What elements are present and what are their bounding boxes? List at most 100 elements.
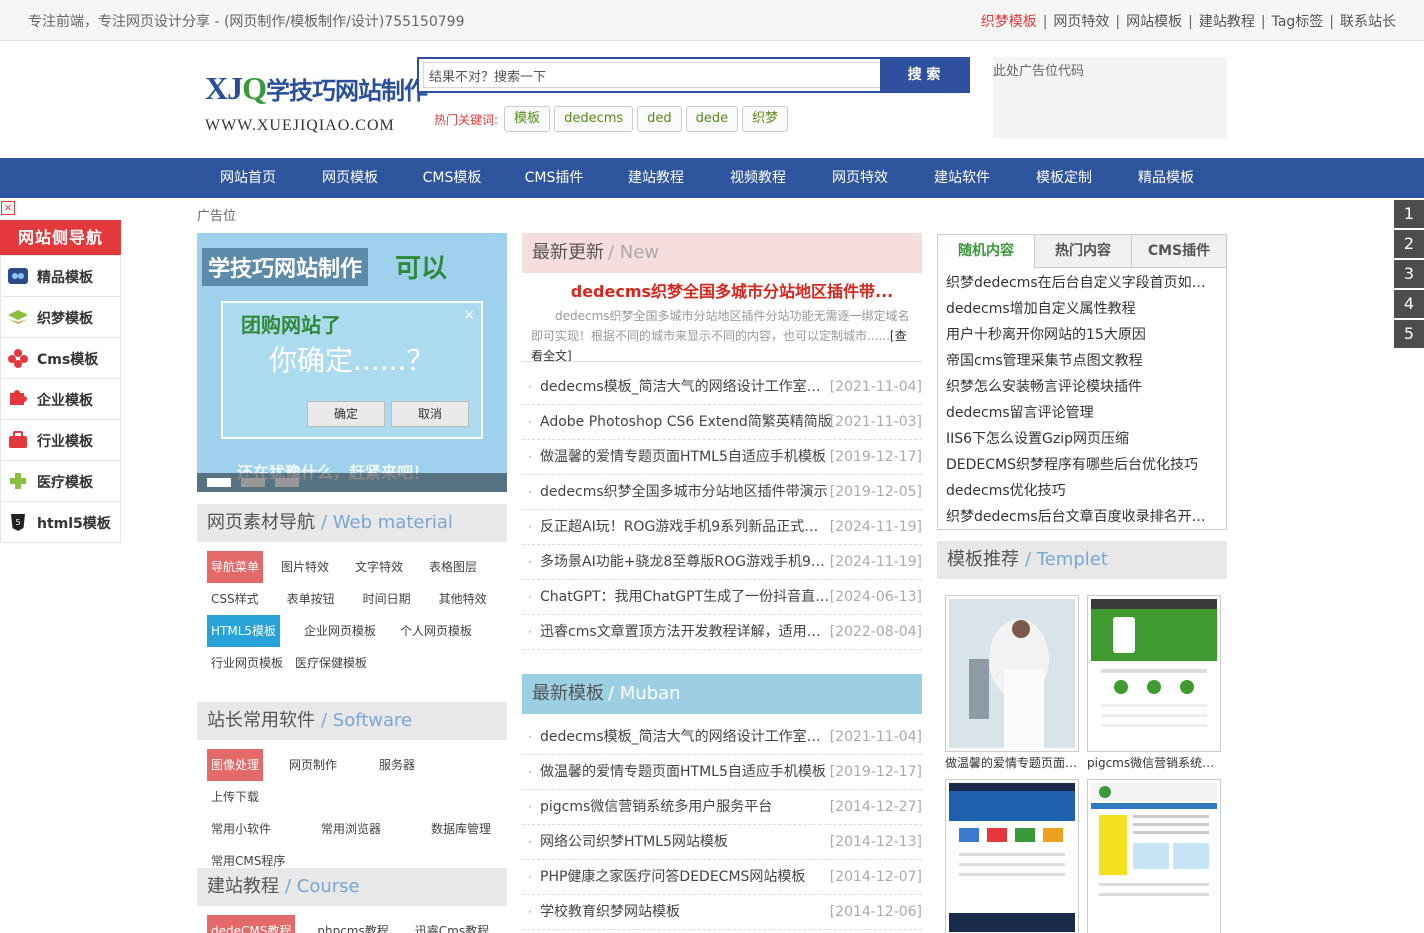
list-item-title[interactable]: ChatGPT：我用ChatGPT生成了一份抖音直播脚本: [540, 580, 832, 615]
material-link[interactable]: HTML5模板: [207, 615, 281, 647]
list-item-title[interactable]: PHP健康之家医疗问答DEDECMS网站模板: [540, 860, 832, 895]
list-item[interactable]: 帝国cms管理采集节点图文教程: [946, 348, 1218, 374]
top-link-tutorials[interactable]: 建站教程: [1199, 14, 1255, 30]
floor-button-5[interactable]: 5: [1394, 320, 1424, 348]
floor-button-2[interactable]: 2: [1394, 230, 1424, 258]
list-item-title[interactable]: 反正超AI玩！ROG游戏手机9系列新品正式发布: [540, 510, 832, 545]
list-item[interactable]: · 反正超AI玩！ROG游戏手机9系列新品正式发布 [2024-11-19]: [522, 510, 922, 545]
nav-item-custom[interactable]: 模板定制: [1013, 158, 1115, 198]
slide-dot[interactable]: [275, 478, 299, 487]
software-link[interactable]: 网页制作: [285, 749, 341, 781]
template-thumb[interactable]: pigcms微信营销系统多用户服务平台: [1087, 595, 1221, 774]
list-item-title[interactable]: 做温馨的爱情专题页面HTML5自适应手机模板: [540, 755, 832, 790]
top-link-contact[interactable]: 联系站长: [1340, 14, 1396, 30]
hot-keyword[interactable]: ded: [637, 106, 682, 132]
software-link[interactable]: 数据库管理: [427, 813, 495, 845]
list-item-title[interactable]: 网络公司织梦HTML5网站模板: [540, 825, 832, 860]
side-nav-item[interactable]: Cms模板: [1, 337, 120, 378]
tab-cms-plugins[interactable]: CMS插件: [1132, 235, 1226, 268]
slide-dot[interactable]: [241, 478, 265, 487]
software-link[interactable]: 上传下载: [207, 781, 263, 813]
banner-slideshow[interactable]: 学技巧网站制作 可以 团购网站了 × 你确定......？ 确定 取消 还在犹豫…: [197, 233, 507, 492]
side-nav-item[interactable]: 行业模板: [1, 419, 120, 460]
top-link-tags[interactable]: Tag标签: [1272, 14, 1324, 30]
course-link[interactable]: dedeCMS教程: [207, 915, 296, 933]
list-item[interactable]: dedecms优化技巧: [946, 478, 1218, 504]
slide-dot-active[interactable]: [207, 478, 231, 487]
course-link[interactable]: phpcms教程: [313, 915, 392, 933]
top-link-site-templates[interactable]: 网站模板: [1126, 14, 1182, 30]
material-link[interactable]: 表单按钮: [283, 583, 339, 615]
list-item[interactable]: DEDECMS织梦程序有哪些后台优化技巧: [946, 452, 1218, 478]
floor-button-1[interactable]: 1: [1394, 200, 1424, 228]
software-link[interactable]: 常用小软件: [207, 813, 275, 845]
list-item-title[interactable]: dedecms模板_简洁大气的网络设计工作室模板: [540, 370, 832, 405]
list-item[interactable]: · dedecms模板_简洁大气的网络设计工作室模板 [2021-11-04]: [522, 370, 922, 405]
material-link[interactable]: 图片特效: [277, 551, 333, 583]
list-item[interactable]: · pigcms微信营销系统多用户服务平台 [2014-12-27]: [522, 790, 922, 825]
template-thumb[interactable]: 做温馨的爱情专题页面HTML5自适应手机模板: [945, 595, 1079, 774]
material-link[interactable]: 其他特效: [435, 583, 491, 615]
floor-button-4[interactable]: 4: [1394, 290, 1424, 318]
search-button[interactable]: 搜 索: [880, 59, 968, 91]
list-item[interactable]: 织梦dedecms在后台自定义字段首页如何调用: [946, 270, 1218, 296]
nav-item-cms-plugins[interactable]: CMS插件: [503, 158, 605, 198]
material-link[interactable]: CSS样式: [207, 583, 263, 615]
hot-keyword[interactable]: 模板: [504, 106, 551, 132]
side-nav-item[interactable]: 企业模板: [1, 378, 120, 419]
template-thumb-title[interactable]: 做温馨的爱情专题页面HTML5自适应手机模板: [945, 752, 1079, 774]
material-link[interactable]: 行业网页模板: [207, 647, 287, 679]
nav-item-tutorials[interactable]: 建站教程: [605, 158, 707, 198]
material-link[interactable]: 文字特效: [351, 551, 407, 583]
material-link[interactable]: 时间日期: [359, 583, 415, 615]
template-thumb-title[interactable]: pigcms微信营销系统多用户服务平台: [1087, 752, 1221, 774]
list-item[interactable]: dedecms增加自定义属性教程: [946, 296, 1218, 322]
material-link[interactable]: 医疗保健模板: [291, 647, 371, 679]
list-item[interactable]: 织梦怎么安装畅言评论模块插件: [946, 374, 1218, 400]
featured-title[interactable]: dedecms织梦全国多城市分站地区插件带...: [531, 278, 913, 302]
list-item[interactable]: 织梦dedecms后台文章百度收录排名开发插件: [946, 504, 1218, 530]
top-link-dede-templates[interactable]: 织梦模板: [981, 14, 1037, 30]
list-item[interactable]: 用户十秒离开你网站的15大原因: [946, 322, 1218, 348]
search-input[interactable]: [423, 62, 881, 88]
list-item-title[interactable]: 迅睿cms文章置顶方法开发教程详解，适用于全站: [540, 615, 832, 650]
list-item[interactable]: · PHP健康之家医疗问答DEDECMS网站模板 [2014-12-07]: [522, 860, 922, 895]
list-item[interactable]: · dedecms模板_简洁大气的网络设计工作室模板 [2021-11-04]: [522, 720, 922, 755]
template-thumb[interactable]: [945, 779, 1079, 933]
tab-random[interactable]: 随机内容: [938, 235, 1035, 269]
list-item[interactable]: · 迅睿cms文章置顶方法开发教程详解，适用于全站 [2022-08-04]: [522, 615, 922, 650]
list-item[interactable]: · 学校教育织梦网站模板 [2014-12-06]: [522, 895, 922, 930]
software-link[interactable]: 服务器: [375, 749, 419, 781]
material-link[interactable]: 个人网页模板: [396, 615, 476, 647]
material-link[interactable]: 导航菜单: [207, 551, 264, 583]
material-link[interactable]: 企业网页模板: [300, 615, 380, 647]
list-item[interactable]: · 做温馨的爱情专题页面HTML5自适应手机模板 [2019-12-17]: [522, 440, 922, 475]
material-link[interactable]: 表格图层: [425, 551, 481, 583]
tab-hot[interactable]: 热门内容: [1035, 235, 1132, 268]
list-item-title[interactable]: dedecms模板_简洁大气的网络设计工作室模板: [540, 720, 832, 755]
list-item[interactable]: · Adobe Photoshop CS6 Extend简繁英精简版 [2021-1…: [522, 405, 922, 440]
hot-keyword[interactable]: 织梦: [742, 106, 789, 132]
nav-item-video-tutorials[interactable]: 视频教程: [707, 158, 809, 198]
hot-keyword[interactable]: dede: [685, 106, 739, 132]
list-item-title[interactable]: 多场景AI功能+骁龙8至尊版ROG游戏手机9系列: [540, 545, 832, 580]
list-item[interactable]: · 做温馨的爱情专题页面HTML5自适应手机模板 [2019-12-17]: [522, 755, 922, 790]
list-item[interactable]: dedecms留言评论管理: [946, 400, 1218, 426]
hot-keyword[interactable]: dedecms: [554, 106, 634, 132]
software-link[interactable]: 常用浏览器: [317, 813, 385, 845]
list-item[interactable]: · dedecms织梦全国多城市分站地区插件带演示 [2019-12-05]: [522, 475, 922, 510]
course-link[interactable]: 迅睿Cms教程: [411, 915, 493, 933]
list-item[interactable]: · ChatGPT：我用ChatGPT生成了一份抖音直播脚本 [2024-06-13…: [522, 580, 922, 615]
nav-item-software[interactable]: 建站软件: [911, 158, 1013, 198]
header-ad-slot[interactable]: 此处广告位代码: [993, 57, 1227, 138]
list-item-title[interactable]: 做温馨的爱情专题页面HTML5自适应手机模板: [540, 440, 832, 475]
template-thumb[interactable]: [1087, 779, 1221, 933]
list-item[interactable]: · 网络公司织梦HTML5网站模板 [2014-12-13]: [522, 825, 922, 860]
list-item-title[interactable]: pigcms微信营销系统多用户服务平台: [540, 790, 832, 825]
side-nav-item[interactable]: 精品模板: [1, 255, 120, 296]
nav-item-web-templates[interactable]: 网页模板: [299, 158, 401, 198]
floor-button-3[interactable]: 3: [1394, 260, 1424, 288]
list-item-title[interactable]: dedecms织梦全国多城市分站地区插件带演示: [540, 475, 832, 510]
nav-item-home[interactable]: 网站首页: [197, 158, 299, 198]
close-icon[interactable]: ×: [1, 201, 15, 215]
